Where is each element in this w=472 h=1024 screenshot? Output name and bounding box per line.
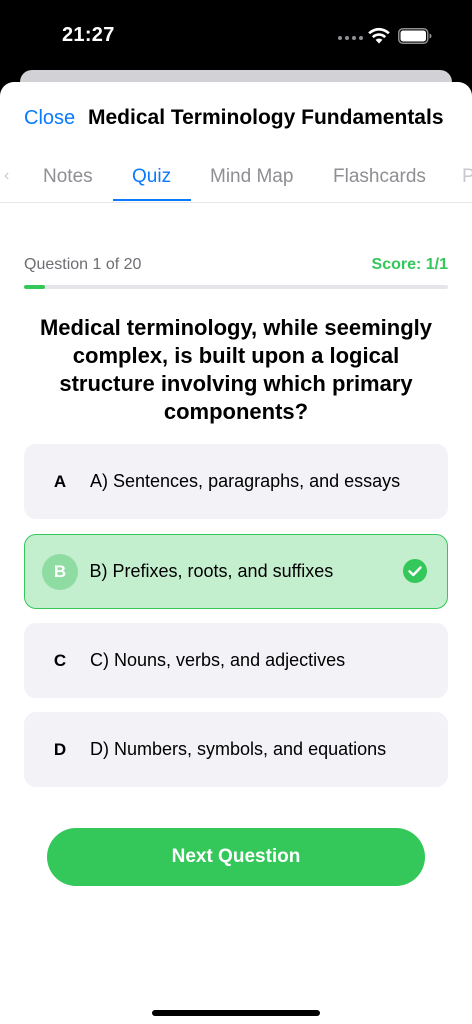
status-bar: 21:27: [0, 0, 472, 72]
answer-option-b[interactable]: B B) Prefixes, roots, and suffixes: [24, 534, 448, 609]
active-tab-indicator: [113, 199, 191, 201]
tab-notes[interactable]: Notes: [43, 166, 93, 188]
option-letter: B: [42, 553, 78, 590]
option-letter: D: [53, 740, 67, 759]
page-title: Medical Terminology Fundamentals: [88, 106, 444, 129]
tab-bar: ‹ Notes Quiz Mind Map Flashcards P: [0, 158, 472, 203]
tab-mind-map[interactable]: Mind Map: [210, 166, 293, 188]
question-counter: Question 1 of 20: [24, 256, 142, 273]
answer-option-d[interactable]: D D) Numbers, symbols, and equations: [24, 712, 448, 787]
battery-icon: [398, 28, 432, 44]
option-text: A) Sentences, paragraphs, and essays: [90, 471, 401, 491]
score-label: Score: 1/1: [371, 256, 448, 273]
tab-quiz[interactable]: Quiz: [132, 166, 171, 188]
answer-option-a[interactable]: A A) Sentences, paragraphs, and essays: [24, 444, 448, 519]
option-text: B) Prefixes, roots, and suffixes: [89, 560, 334, 581]
wifi-icon: [368, 27, 390, 44]
answer-option-c[interactable]: C C) Nouns, verbs, and adjectives: [24, 623, 448, 698]
option-text: C) Nouns, verbs, and adjectives: [90, 650, 346, 670]
option-letter: C: [53, 651, 67, 670]
option-letter: A: [53, 472, 67, 491]
close-button[interactable]: Close: [24, 107, 75, 130]
home-indicator[interactable]: [152, 1010, 320, 1016]
app-screen: 21:27 Close Medical Terminology Fundamen…: [0, 0, 472, 1024]
progress-fill: [24, 285, 46, 289]
chevron-left-icon[interactable]: ‹: [4, 167, 9, 185]
status-time: 21:27: [62, 24, 115, 46]
question-text: Medical terminology, while seemingly com…: [39, 315, 433, 424]
tab-flashcards[interactable]: Flashcards: [333, 166, 426, 188]
progress-bar: [24, 285, 448, 289]
cellular-signal-icon: [338, 36, 363, 40]
tab-overflow-indicator[interactable]: P: [462, 166, 472, 188]
study-sheet: Close Medical Terminology Fundamentals ‹…: [0, 82, 472, 1024]
next-question-button[interactable]: Next Question: [47, 828, 425, 886]
sheet-header: Close Medical Terminology Fundamentals: [0, 82, 472, 152]
checkmark-circle-icon: [403, 559, 427, 583]
option-text: D) Numbers, symbols, and equations: [90, 739, 387, 759]
